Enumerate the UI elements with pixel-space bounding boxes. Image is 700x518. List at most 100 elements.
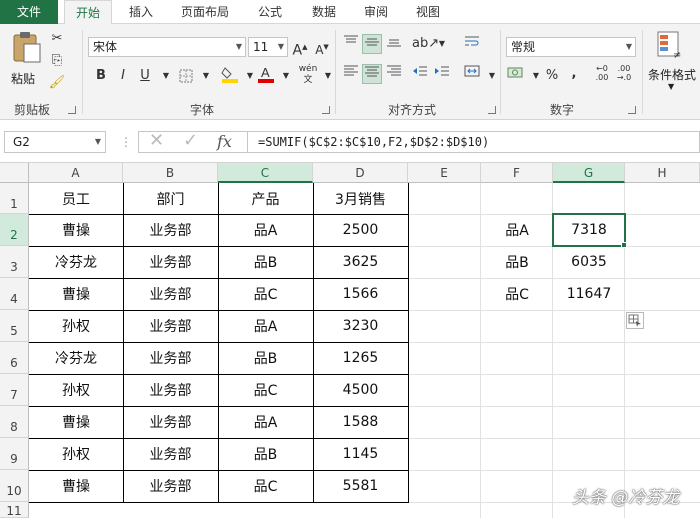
col-header-c[interactable]: C xyxy=(218,163,313,183)
copy-icon[interactable]: ⎘ xyxy=(47,51,67,71)
row-header-2[interactable]: 2 xyxy=(0,214,29,246)
col-header-b[interactable]: B xyxy=(123,163,218,183)
table-cell[interactable]: 品C xyxy=(218,374,313,406)
table-cell[interactable]: 品A xyxy=(218,406,313,438)
table-cell[interactable]: 业务部 xyxy=(123,310,218,342)
chevron-down-icon[interactable]: ▼ xyxy=(196,66,216,86)
col-header-g[interactable]: G xyxy=(553,163,625,183)
insert-function-icon[interactable]: fx xyxy=(217,132,232,151)
table-cell[interactable]: 品B xyxy=(218,246,313,278)
row-header-9[interactable]: 9 xyxy=(0,438,29,470)
align-top-icon[interactable] xyxy=(341,34,361,54)
chevron-down-icon[interactable]: ▼ xyxy=(482,66,502,86)
row-header-11[interactable]: 11 xyxy=(0,502,29,518)
table-cell[interactable]: 曹操 xyxy=(29,406,123,438)
table-cell[interactable]: 曹操 xyxy=(29,214,123,246)
row-header-1[interactable]: 1 xyxy=(0,183,29,214)
tab-file[interactable]: 文件 xyxy=(0,0,58,24)
number-launcher[interactable] xyxy=(628,106,636,114)
row-header-3[interactable]: 3 xyxy=(0,246,29,278)
fill-handle[interactable] xyxy=(621,242,627,248)
col-header-a[interactable]: A xyxy=(29,163,123,183)
table-cell[interactable]: 业务部 xyxy=(123,470,218,502)
table-header-sales[interactable]: 3月销售 xyxy=(313,183,408,214)
table-cell[interactable]: 品A xyxy=(218,310,313,342)
font-size-select[interactable]: 11 ▼ xyxy=(248,37,288,57)
tab-insert[interactable]: 插入 xyxy=(118,0,164,24)
table-cell[interactable]: 3625 xyxy=(313,246,408,278)
grow-font-icon[interactable]: A▲ xyxy=(290,37,310,59)
table-cell[interactable]: 3230 xyxy=(313,310,408,342)
percent-button[interactable]: % xyxy=(542,66,562,86)
select-all-corner[interactable] xyxy=(0,163,29,183)
table-cell[interactable]: 1145 xyxy=(313,438,408,470)
table-header-department[interactable]: 部门 xyxy=(123,183,218,214)
table-header-product[interactable]: 产品 xyxy=(218,183,313,214)
table-cell[interactable]: 曹操 xyxy=(29,470,123,502)
table-header-employee[interactable]: 员工 xyxy=(29,183,123,214)
bold-button[interactable]: B xyxy=(91,66,111,86)
table-cell[interactable]: 品B xyxy=(218,342,313,374)
chevron-down-icon[interactable]: ▼ xyxy=(276,66,296,86)
font-name-select[interactable]: 宋体 ▼ xyxy=(88,37,246,57)
comma-button[interactable]: , xyxy=(564,64,584,84)
italic-button[interactable]: I xyxy=(113,66,133,86)
table-cell[interactable]: 冷芬龙 xyxy=(29,246,123,278)
align-middle-icon[interactable] xyxy=(362,34,382,54)
table-cell[interactable]: 业务部 xyxy=(123,438,218,470)
row-header-7[interactable]: 7 xyxy=(0,374,29,406)
table-cell[interactable]: 曹操 xyxy=(29,278,123,310)
tab-home[interactable]: 开始 xyxy=(64,0,112,25)
cancel-icon[interactable]: ✕ xyxy=(149,130,164,151)
chevron-down-icon[interactable]: ▼ xyxy=(156,66,176,86)
table-cell[interactable]: 2500 xyxy=(313,214,408,246)
orientation-icon[interactable]: ab↗ xyxy=(412,34,439,54)
paste-button[interactable]: 粘贴 xyxy=(8,30,46,92)
merge-center-icon[interactable] xyxy=(462,64,482,84)
number-format-select[interactable]: 常规 ▼ xyxy=(506,37,636,57)
formula-input[interactable]: =SUMIF($C$2:$C$10,F2,$D$2:$D$10) xyxy=(248,131,700,153)
tab-review[interactable]: 审阅 xyxy=(354,0,398,24)
summary-total-cell[interactable]: 11647 xyxy=(553,278,625,310)
increase-decimal-icon[interactable]: ←0.00 xyxy=(592,64,612,84)
align-center-icon[interactable] xyxy=(362,64,382,84)
shrink-font-icon[interactable]: A▼ xyxy=(312,37,332,57)
col-header-h[interactable]: H xyxy=(625,163,700,183)
phonetic-icon[interactable]: wén 文 xyxy=(298,64,318,85)
col-header-d[interactable]: D xyxy=(313,163,408,183)
wrap-text-icon[interactable] xyxy=(462,34,482,54)
quick-analysis-icon[interactable] xyxy=(626,312,644,329)
table-cell[interactable]: 冷芬龙 xyxy=(29,342,123,374)
align-right-icon[interactable] xyxy=(384,64,404,84)
summary-total-cell[interactable]: 6035 xyxy=(553,246,625,278)
conditional-format-button[interactable]: ≠ 条件格式 ▼ xyxy=(646,30,700,91)
decrease-decimal-icon[interactable]: .00 →.0 xyxy=(614,64,634,84)
table-cell[interactable]: 1588 xyxy=(313,406,408,438)
row-header-8[interactable]: 8 xyxy=(0,406,29,438)
decrease-indent-icon[interactable] xyxy=(410,64,430,84)
table-cell[interactable]: 孙权 xyxy=(29,438,123,470)
table-cell[interactable]: 业务部 xyxy=(123,214,218,246)
table-cell[interactable]: 4500 xyxy=(313,374,408,406)
name-box[interactable]: G2 ▼ xyxy=(4,131,106,153)
underline-button[interactable]: U xyxy=(135,66,155,86)
table-cell[interactable]: 5581 xyxy=(313,470,408,502)
row-header-4[interactable]: 4 xyxy=(0,278,29,310)
row-header-5[interactable]: 5 xyxy=(0,310,29,342)
table-cell[interactable]: 1566 xyxy=(313,278,408,310)
col-header-e[interactable]: E xyxy=(408,163,481,183)
table-cell[interactable]: 品B xyxy=(218,438,313,470)
tab-view[interactable]: 视图 xyxy=(406,0,450,24)
borders-icon[interactable] xyxy=(176,66,196,86)
chevron-down-icon[interactable]: ▼ xyxy=(432,34,452,54)
increase-indent-icon[interactable] xyxy=(432,64,452,84)
table-cell[interactable]: 孙权 xyxy=(29,374,123,406)
cut-icon[interactable]: ✂ xyxy=(47,29,67,49)
align-bottom-icon[interactable] xyxy=(384,34,404,54)
format-painter-icon[interactable]: 🖌 xyxy=(47,73,67,93)
row-header-6[interactable]: 6 xyxy=(0,342,29,374)
enter-icon[interactable]: ✓ xyxy=(183,130,198,151)
table-cell[interactable]: 业务部 xyxy=(123,342,218,374)
table-cell[interactable]: 业务部 xyxy=(123,374,218,406)
table-cell[interactable]: 品C xyxy=(218,470,313,502)
